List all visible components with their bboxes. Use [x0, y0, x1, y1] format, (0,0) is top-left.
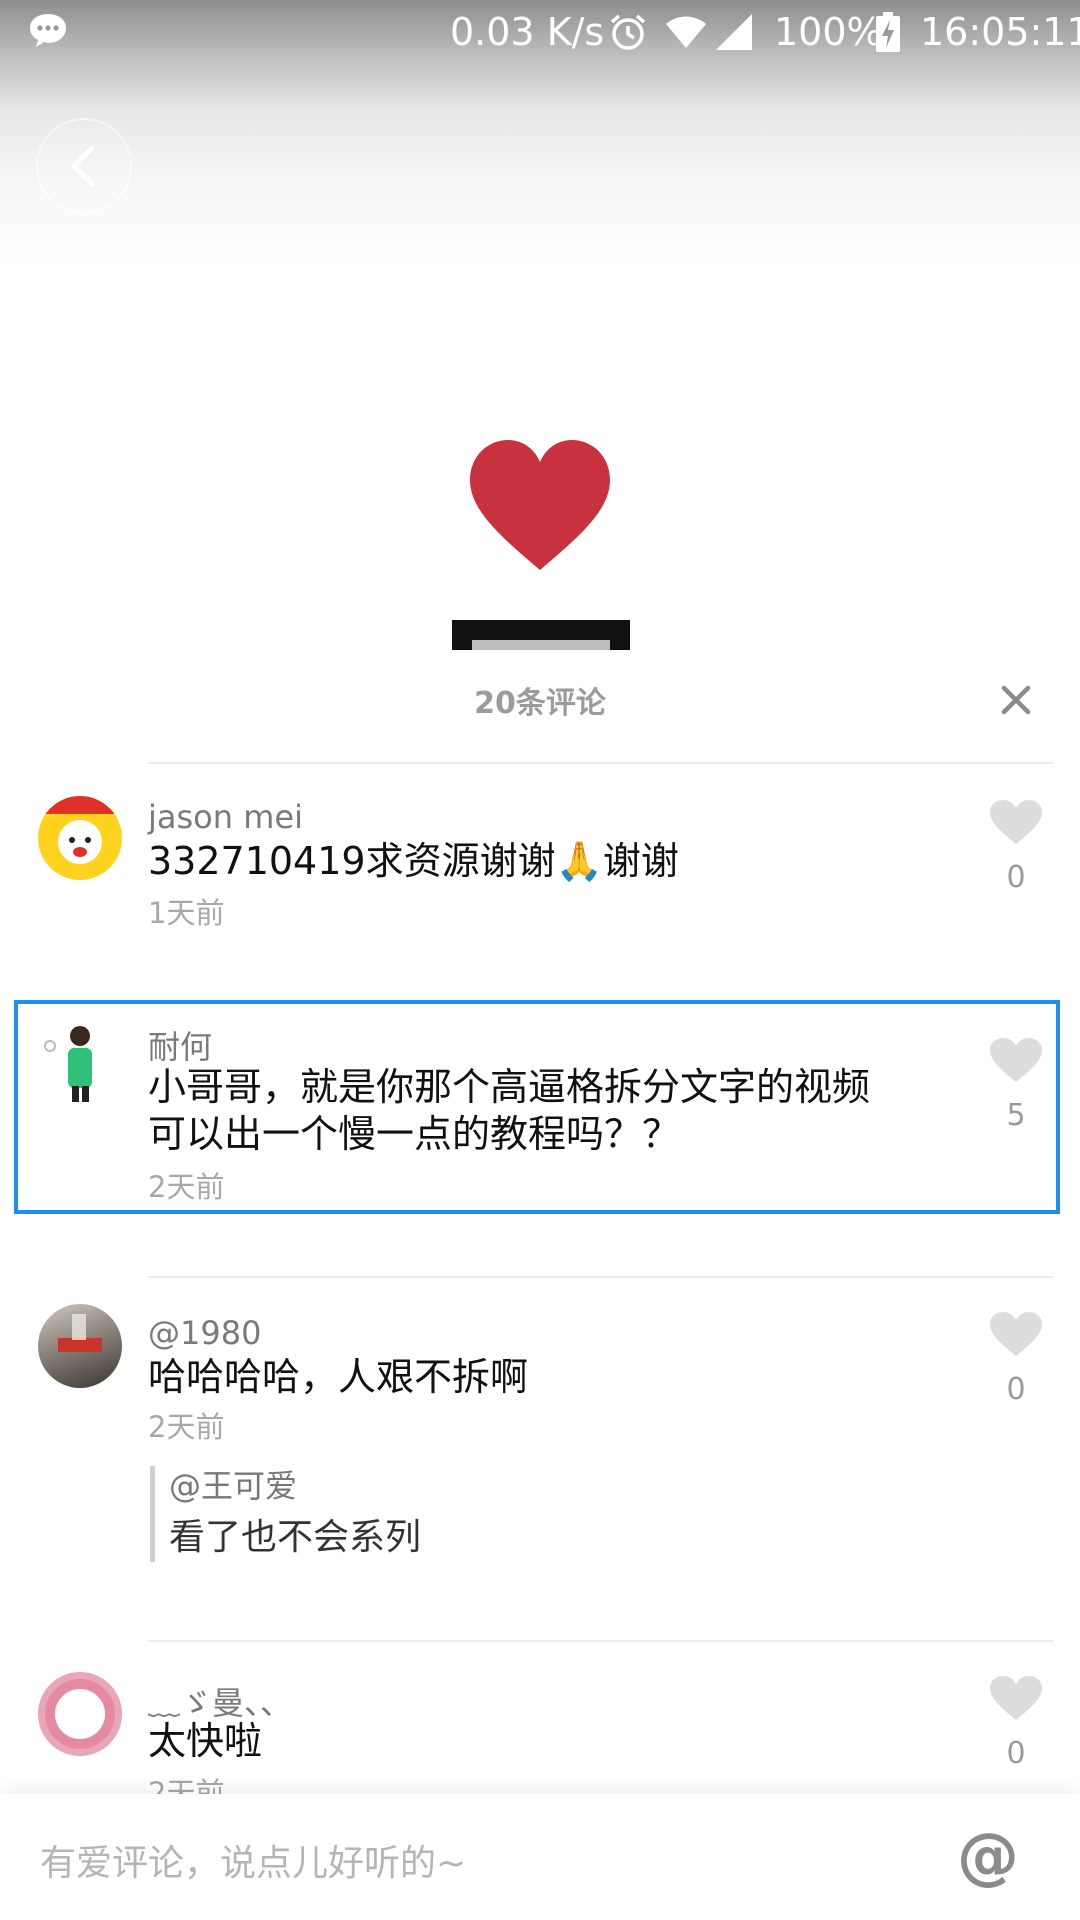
network-speed: 0.03 K/s	[450, 10, 605, 54]
comment-time: 2天前	[148, 1410, 225, 1444]
close-button[interactable]	[994, 678, 1038, 722]
alarm-icon	[610, 14, 646, 50]
comment-input-bar: 有爱评论，说点儿好听的~ @	[0, 1794, 1080, 1920]
screen: 0.03 K/s 100% 16:05:11 20条评论 jason mei 3…	[0, 0, 1080, 1920]
comment-time: 2天前	[148, 1170, 225, 1204]
heart-icon	[990, 1676, 1042, 1720]
comments-sheet: 20条评论 jason mei 332710419求资源谢谢🙏谢谢 1天前 0 …	[0, 650, 1080, 1920]
comment-item[interactable]: @1980 哈哈哈哈，人艰不拆啊 2天前 0 @王可爱 看了也不会系列	[0, 1300, 1080, 1590]
avatar[interactable]	[38, 1022, 122, 1106]
pink-ring-icon	[45, 1679, 115, 1749]
comment-text-line: 小哥哥，就是你那个高逼格拆分文字的视频	[148, 1065, 871, 1109]
like-count: 5	[1006, 1098, 1026, 1133]
sheet-title: 20条评论	[474, 686, 606, 721]
comment-username[interactable]: jason mei	[148, 798, 303, 836]
cartoon-face-icon	[38, 796, 122, 864]
mention-button[interactable]: @	[948, 1816, 1028, 1896]
comment-input[interactable]: 有爱评论，说点儿好听的~	[40, 1834, 466, 1886]
comment-item[interactable]: ﹏ゞ曼、、 太快啦 2天前 0	[0, 1664, 1080, 1814]
heart-icon	[990, 800, 1042, 844]
comment-text: 哈哈哈哈，人艰不拆啊	[148, 1355, 529, 1399]
back-button[interactable]	[36, 118, 132, 214]
chevron-left-icon	[71, 145, 95, 187]
avatar[interactable]	[38, 1304, 122, 1388]
comment-item-highlighted[interactable]: 耐何 小哥哥，就是你那个高逼格拆分文字的视频 可以出一个慢一点的教程吗？？ 2天…	[0, 1000, 1080, 1214]
reply-text: 看了也不会系列	[169, 1517, 422, 1558]
photo-avatar-icon	[58, 1314, 102, 1352]
divider	[148, 1640, 1053, 1642]
comment-text: 332710419求资源谢谢🙏谢谢	[148, 839, 679, 883]
like-count: 0	[1006, 1736, 1026, 1771]
divider	[148, 762, 1053, 764]
comment-time: 1天前	[148, 896, 225, 930]
battery-charging-icon	[876, 12, 900, 52]
like-button[interactable]: 0	[988, 1312, 1044, 1407]
person-backpack-icon	[44, 1026, 92, 1102]
comment-item[interactable]: jason mei 332710419求资源谢谢🙏谢谢 1天前 0	[0, 786, 1080, 946]
clock: 16:05:11	[920, 10, 1080, 54]
like-count: 0	[1006, 1372, 1026, 1407]
signal-icon	[716, 14, 752, 50]
wifi-icon	[666, 16, 706, 48]
divider	[148, 1276, 1053, 1278]
reply-username: @王可爱	[169, 1467, 298, 1505]
comment-text: 太快啦	[148, 1719, 263, 1763]
comment-username[interactable]: @1980	[148, 1314, 261, 1352]
message-notification-icon	[30, 14, 66, 47]
heart-art-icon	[470, 440, 610, 570]
status-bar: 0.03 K/s 100% 16:05:11	[0, 0, 1080, 64]
like-button[interactable]: 0	[988, 1676, 1044, 1771]
video-background[interactable]	[0, 0, 1080, 680]
battery-percent: 100%	[774, 10, 883, 54]
heart-icon	[990, 1038, 1042, 1082]
like-count: 0	[1006, 860, 1026, 895]
reply-quote[interactable]: @王可爱 看了也不会系列	[150, 1466, 869, 1562]
like-button[interactable]: 5	[988, 1038, 1044, 1133]
comment-username[interactable]: 耐何	[148, 1022, 212, 1068]
avatar[interactable]	[38, 796, 122, 880]
avatar[interactable]	[38, 1672, 122, 1756]
heart-icon	[990, 1312, 1042, 1356]
comment-text: 小哥哥，就是你那个高逼格拆分文字的视频 可以出一个慢一点的教程吗？？	[148, 1064, 908, 1158]
comment-text-line: 可以出一个慢一点的教程吗？？	[148, 1112, 681, 1156]
like-button[interactable]: 0	[988, 800, 1044, 895]
